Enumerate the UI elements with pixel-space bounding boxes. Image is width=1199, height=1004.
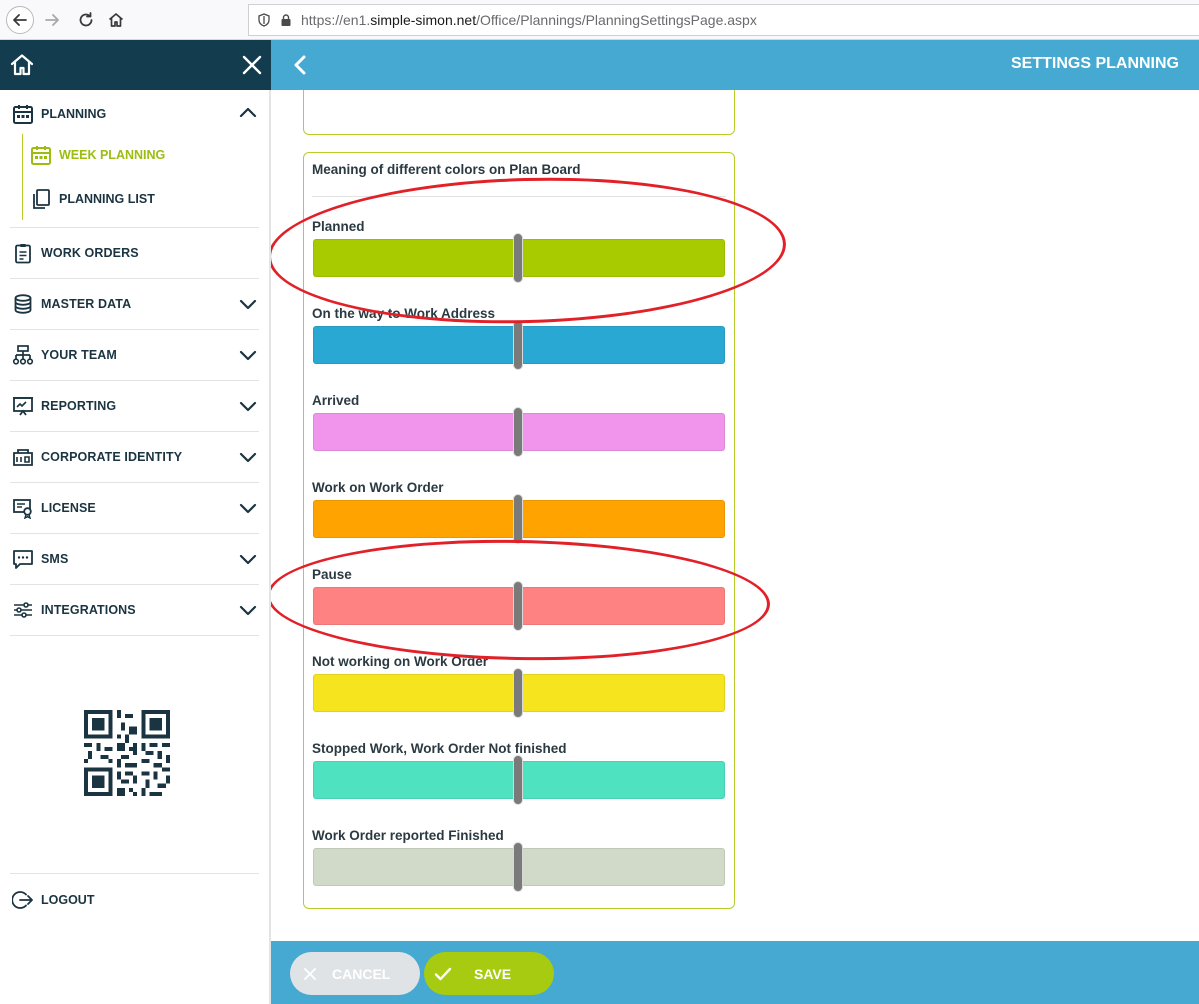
url-text: https://en1.simple-simon.net/Office/Plan…	[301, 12, 757, 28]
chevron-down-icon[interactable]	[239, 601, 257, 619]
drag-handle[interactable]	[513, 494, 523, 544]
drag-handle[interactable]	[513, 320, 523, 370]
sidebar-item-planning[interactable]: PLANNING	[10, 90, 259, 138]
sidebar-item-label: SMS	[41, 552, 69, 566]
qr-code	[84, 710, 170, 796]
sliders-icon	[14, 602, 32, 618]
sidebar-item-label: PLANNING LIST	[59, 192, 155, 206]
id-card-icon	[13, 449, 33, 466]
logout-icon	[12, 890, 33, 909]
sidebar-item-reporting[interactable]: REPORTING	[10, 381, 259, 432]
drag-handle[interactable]	[513, 755, 523, 805]
save-button[interactable]: SAVE	[424, 952, 554, 995]
previous-settings-card: ▼	[303, 90, 735, 135]
save-label: SAVE	[474, 965, 512, 982]
sidebar-item-your-team[interactable]: YOUR TEAM	[10, 330, 259, 381]
back-arrow-icon[interactable]	[6, 6, 34, 34]
certificate-icon	[13, 499, 32, 519]
chevron-down-icon[interactable]	[239, 346, 257, 364]
address-bar[interactable]: https://en1.simple-simon.net/Office/Plan…	[248, 4, 1199, 36]
logout-label: LOGOUT	[41, 892, 95, 907]
shield-icon	[258, 13, 270, 27]
presentation-icon	[13, 397, 33, 416]
sidebar-item-label: REPORTING	[41, 399, 117, 413]
chevron-down-icon[interactable]	[239, 295, 257, 313]
sidebar-item-work-orders[interactable]: WORK ORDERS	[10, 228, 259, 279]
sidebar-item-license[interactable]: LICENSE	[10, 483, 259, 534]
drag-handle[interactable]	[513, 842, 523, 892]
sidebar-header	[0, 40, 271, 90]
chevron-down-icon[interactable]	[239, 550, 257, 568]
sidebar-item-label: MASTER DATA	[41, 297, 132, 311]
color-row-label: Stopped Work, Work Order Not finished	[312, 741, 567, 756]
copy-list-icon	[33, 189, 50, 209]
page-header: SETTINGS PLANNING	[271, 40, 1199, 90]
drag-handle[interactable]	[513, 407, 523, 457]
sidebar-menu: PLANNING WEEK PLANNING PLANNING LIST WOR…	[10, 90, 259, 636]
sidebar-group-planning: PLANNING WEEK PLANNING PLANNING LIST	[10, 90, 259, 228]
sidebar-item-label: INTEGRATIONS	[41, 603, 136, 617]
color-row-label: Work on Work Order	[312, 480, 444, 495]
sidebar-item-label: YOUR TEAM	[41, 348, 117, 362]
org-chart-icon	[12, 345, 34, 365]
cancel-label: CANCEL	[332, 965, 391, 982]
color-row-label: Work Order reported Finished	[312, 828, 504, 843]
color-row: Work Order reported Finished	[312, 828, 726, 908]
cancel-button[interactable]: CANCEL	[290, 952, 420, 995]
browser-toolbar: https://en1.simple-simon.net/Office/Plan…	[0, 0, 1199, 40]
color-row: Arrived	[312, 393, 726, 473]
reload-icon[interactable]	[72, 6, 100, 34]
sidebar-item-sms[interactable]: SMS	[10, 534, 259, 585]
chevron-down-icon[interactable]	[239, 499, 257, 517]
drag-handle[interactable]	[513, 668, 523, 718]
sidebar-item-label: PLANNING	[41, 107, 107, 121]
close-icon[interactable]	[239, 52, 265, 78]
chevron-up-icon[interactable]	[239, 104, 257, 122]
sidebar-item-label: LICENSE	[41, 501, 96, 515]
card-title: Meaning of different colors on Plan Boar…	[312, 162, 581, 177]
submenu-line	[22, 134, 23, 220]
sidebar-item-master-data[interactable]: MASTER DATA	[10, 279, 259, 330]
page-title: SETTINGS PLANNING	[1010, 55, 1179, 72]
chevron-down-icon[interactable]	[239, 397, 257, 415]
color-row-label: Arrived	[312, 393, 360, 408]
sidebar: PLANNING WEEK PLANNING PLANNING LIST WOR…	[0, 40, 271, 1004]
sidebar-item-logout[interactable]: LOGOUT	[10, 873, 259, 925]
sidebar-item-label: WORK ORDERS	[41, 246, 139, 260]
sidebar-item-planning-list[interactable]: PLANNING LIST	[30, 184, 155, 214]
sidebar-item-label: WEEK PLANNING	[59, 148, 166, 162]
chevron-left-icon[interactable]	[289, 53, 313, 77]
home-icon[interactable]	[9, 52, 35, 78]
lock-icon	[281, 14, 291, 26]
color-row: Stopped Work, Work Order Not finished	[312, 741, 726, 821]
close-icon	[304, 967, 316, 980]
calendar-icon	[13, 105, 33, 124]
sidebar-item-corporate-identity[interactable]: CORPORATE IDENTITY	[10, 432, 259, 483]
action-bar: CANCEL SAVE	[271, 941, 1199, 1004]
clipboard-icon	[15, 244, 31, 264]
check-icon	[434, 967, 452, 980]
calendar-icon	[31, 146, 51, 165]
main-content: ▼ Meaning of different colors on Plan Bo…	[271, 90, 1199, 941]
home-icon[interactable]	[102, 6, 130, 34]
color-row: Not working on Work Order	[312, 654, 726, 734]
chevron-down-icon[interactable]	[239, 448, 257, 466]
chat-icon	[13, 550, 33, 569]
database-icon	[14, 294, 32, 314]
sidebar-item-week-planning[interactable]: WEEK PLANNING	[30, 140, 165, 170]
sidebar-item-label: CORPORATE IDENTITY	[41, 450, 183, 464]
forward-arrow-icon[interactable]	[38, 6, 66, 34]
sidebar-item-integrations[interactable]: INTEGRATIONS	[10, 585, 259, 636]
